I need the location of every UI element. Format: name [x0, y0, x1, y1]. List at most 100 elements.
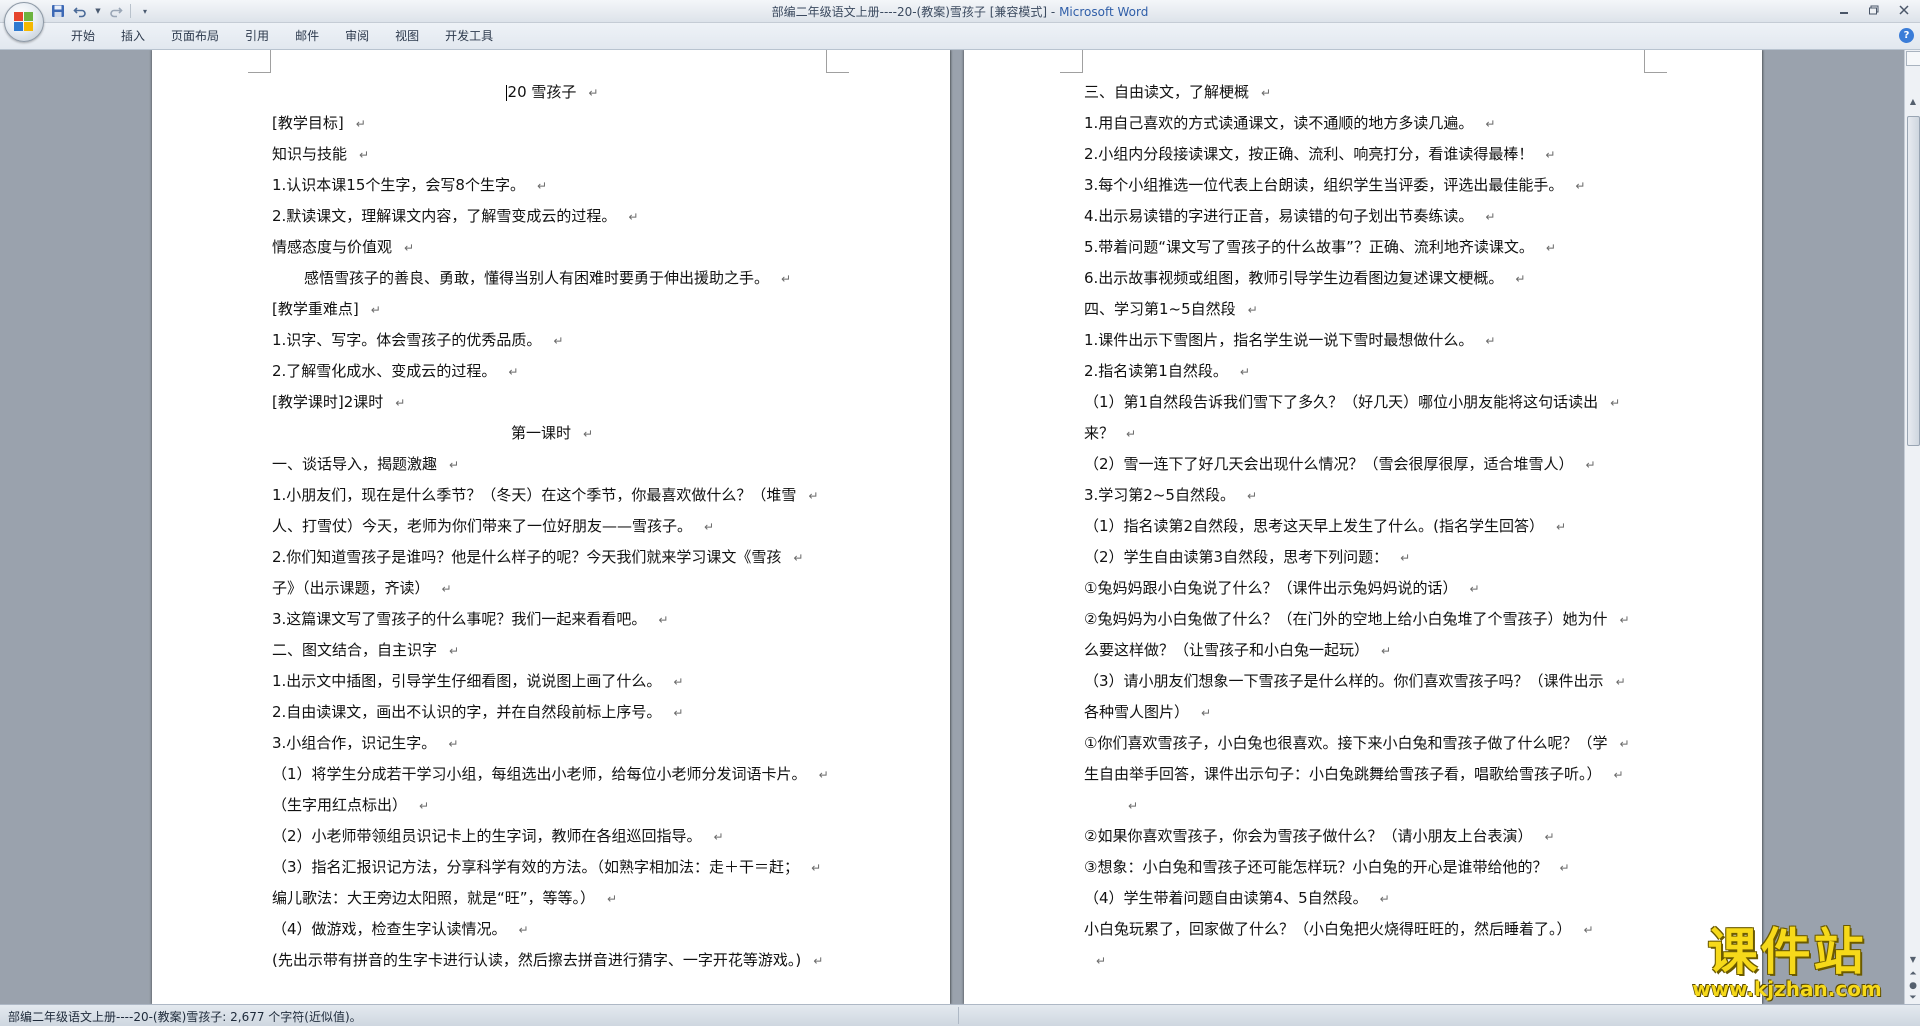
paragraph-line[interactable]: 1.出示文中插图，引导学生仔细看图，说说图上画了什么。 ↵ [272, 666, 832, 697]
select-browse-object-icon[interactable]: ● [1907, 980, 1919, 992]
restore-icon[interactable] [1864, 2, 1884, 18]
paragraph-line[interactable]: ②兔妈妈为小白兔做了什么？（在门外的空地上给小白兔堆了个雪孩子）她为什 ↵ [1084, 604, 1650, 635]
paragraph-line[interactable]: 子》（出示课题，齐读） ↵ [272, 573, 832, 604]
paragraph-line[interactable]: 各种雪人图片） ↵ [1084, 697, 1650, 728]
paragraph-line[interactable]: 小白兔玩累了，回家做了什么？（小白兔把火烧得旺旺的，然后睡着了。） ↵ [1084, 914, 1650, 945]
paragraph-line[interactable]: ②如果你喜欢雪孩子，你会为雪孩子做什么？（请小朋友上台表演） ↵ [1084, 821, 1650, 852]
paragraph-mark-icon: ↵ [1613, 768, 1624, 782]
view-ruler-icon[interactable] [1906, 51, 1920, 66]
paragraph-line[interactable]: ①你们喜欢雪孩子，小白兔也很喜欢。接下来小白兔和雪孩子做了什么呢？（学 ↵ [1084, 728, 1650, 759]
paragraph-line[interactable]: （4）学生带着问题自由读第4、5自然段。 ↵ [1084, 883, 1650, 914]
paragraph-line[interactable]: [教学重难点] ↵ [272, 294, 832, 325]
paragraph-line[interactable]: （1）将学生分成若干学习小组，每组选出小老师，给每位小老师分发词语卡片。 ↵ [272, 759, 832, 790]
next-page-icon[interactable]: ⏷ [1907, 992, 1919, 1004]
paragraph-text: （1）将学生分成若干学习小组，每组选出小老师，给每位小老师分发词语卡片。 [272, 765, 807, 783]
paragraph-line[interactable]: 3.小组合作，识记生字。 ↵ [272, 728, 832, 759]
paragraph-text: ③想象：小白兔和雪孩子还可能怎样玩？小白兔的开心是谁带给他的？ [1084, 858, 1548, 876]
vertical-scrollbar[interactable]: ▲ ▼ ⏶ ● ⏷ [1904, 50, 1920, 1004]
paragraph-text: 来？ [1084, 424, 1115, 442]
paragraph-line[interactable]: 一、谈话导入，揭题激趣 ↵ [272, 449, 832, 480]
paragraph-line[interactable]: （2）学生自由读第3自然段，思考下列问题： ↵ [1084, 542, 1650, 573]
paragraph-line[interactable]: 知识与技能 ↵ [272, 139, 832, 170]
paragraph-line[interactable]: 2.默读课文，理解课文内容，了解雪变成云的过程。 ↵ [272, 201, 832, 232]
document-area[interactable]: 20 雪孩子 ↵ [教学目标] ↵ 知识与技能 ↵ 1.认识本课15个生字，会写8个生字。 ↵… [0, 50, 1904, 1004]
paragraph-line[interactable]: 2.自由读课文，画出不认识的字，并在自然段前标上序号。 ↵ [272, 697, 832, 728]
paragraph-line[interactable]: 1.课件出示下雪图片，指名学生说一说下雪时最想做什么。 ↵ [1084, 325, 1650, 356]
paragraph-line[interactable]: (先出示带有拼音的生字卡进行认读，然后擦去拼音进行猜字、一字开花等游戏。) ↵ [272, 945, 832, 976]
right-page-text[interactable]: 三、自由读文，了解梗概 ↵ 1.用自己喜欢的方式读通课文，读不通顺的地方多读几遍。 ↵… [1084, 77, 1650, 976]
paragraph-line[interactable]: [教学课时]2课时 ↵ [272, 387, 832, 418]
scroll-down-icon[interactable]: ▼ [1907, 954, 1919, 966]
paragraph-line[interactable]: 编儿歌法：大王旁边太阳照，就是“旺”，等等。） ↵ [272, 883, 832, 914]
office-logo-icon [14, 12, 34, 32]
tab-view[interactable]: 视图 [382, 28, 432, 44]
paragraph-line[interactable]: （生字用红点标出） ↵ [272, 790, 832, 821]
tab-insert[interactable]: 插入 [108, 28, 158, 44]
paragraph-line[interactable]: 1.识字、写字。体会雪孩子的优秀品质。 ↵ [272, 325, 832, 356]
paragraph-line[interactable]: 4.出示易读错的字进行正音，易读错的句子划出节奏练读。 ↵ [1084, 201, 1650, 232]
status-word-count[interactable]: 部编二年级语文上册----20-(教案)雪孩子: 2,677 个字符(近似值)。 [8, 1008, 362, 1025]
paragraph-line[interactable]: 20 雪孩子 ↵ [272, 77, 832, 108]
paragraph-text: ②兔妈妈为小白兔做了什么？（在门外的空地上给小白兔堆了个雪孩子）她为什 [1084, 610, 1608, 628]
paragraph-line[interactable]: （4）做游戏，检查生字认读情况。 ↵ [272, 914, 832, 945]
scroll-up-icon[interactable]: ▲ [1907, 96, 1919, 108]
ribbon-tab-bar: 开始 插入 页面布局 引用 邮件 审阅 视图 开发工具 ? [0, 23, 1920, 50]
paragraph-mark-icon: ↵ [1575, 179, 1586, 193]
paragraph-line[interactable]: 二、图文结合，自主识字 ↵ [272, 635, 832, 666]
paragraph-line[interactable]: ↵ [1084, 945, 1650, 976]
close-icon[interactable] [1894, 2, 1914, 18]
paragraph-line[interactable]: （1）第1自然段告诉我们雪下了多久？（好几天）哪位小朋友能将这句话读出 ↵ [1084, 387, 1650, 418]
paragraph-line[interactable]: 2.小组内分段接读课文，按正确、流利、响亮打分，看谁读得最棒！ ↵ [1084, 139, 1650, 170]
paragraph-line[interactable]: 感悟雪孩子的善良、勇敢，懂得当别人有困难时要勇于伸出援助之手。 ↵ [272, 263, 832, 294]
paragraph-line[interactable]: （2）小老师带领组员识记卡上的生字词，教师在各组巡回指导。 ↵ [272, 821, 832, 852]
paragraph-line[interactable]: （1）指名读第2自然段，思考这天早上发生了什么。(指名学生回答） ↵ [1084, 511, 1650, 542]
paragraph-line[interactable]: 3.每个小组推选一位代表上台朗读，组织学生当评委，评选出最佳能手。 ↵ [1084, 170, 1650, 201]
minimize-icon[interactable] [1834, 2, 1854, 18]
document-page-left[interactable]: 20 雪孩子 ↵ [教学目标] ↵ 知识与技能 ↵ 1.认识本课15个生字，会写8个生字。 ↵… [152, 50, 950, 1004]
paragraph-line[interactable]: 2.了解雪化成水、变成云的过程。 ↵ [272, 356, 832, 387]
paragraph-line[interactable]: 四、学习第1~5自然段 ↵ [1084, 294, 1650, 325]
office-button[interactable] [4, 2, 44, 42]
paragraph-line[interactable]: 生自由举手回答，课件出示句子：小白兔跳舞给雪孩子看，唱歌给雪孩子听。） ↵ [1084, 759, 1650, 790]
paragraph-line[interactable]: 3.学习第2~5自然段。 ↵ [1084, 480, 1650, 511]
tab-review[interactable]: 审阅 [332, 28, 382, 44]
paragraph-text: 2.指名读第1自然段。 [1084, 362, 1228, 380]
paragraph-line[interactable]: 情感态度与价值观 ↵ [272, 232, 832, 263]
tab-page-layout[interactable]: 页面布局 [158, 28, 232, 44]
paragraph-line[interactable]: 人、打雪仗）今天，老师为你们带来了一位好朋友——雪孩子。 ↵ [272, 511, 832, 542]
paragraph-line[interactable]: （3）指名汇报识记方法，分享科学有效的方法。（如熟字相加法：走＋干＝赶； ↵ [272, 852, 832, 883]
paragraph-text: 感悟雪孩子的善良、勇敢，懂得当别人有困难时要勇于伸出援助之手。 [304, 269, 770, 287]
paragraph-line[interactable]: 2.指名读第1自然段。 ↵ [1084, 356, 1650, 387]
paragraph-mark-icon: ↵ [448, 737, 459, 751]
help-icon[interactable]: ? [1899, 28, 1914, 43]
paragraph-line[interactable]: 三、自由读文，了解梗概 ↵ [1084, 77, 1650, 108]
paragraph-line[interactable]: 1.用自己喜欢的方式读通课文，读不通顺的地方多读几遍。 ↵ [1084, 108, 1650, 139]
tab-home[interactable]: 开始 [58, 28, 108, 44]
tab-references[interactable]: 引用 [232, 28, 282, 44]
paragraph-line[interactable]: 1.小朋友们，现在是什么季节？（冬天）在这个季节，你最喜欢做什么？（堆雪 ↵ [272, 480, 832, 511]
paragraph-line[interactable]: ↵ [1084, 790, 1650, 821]
scroll-thumb[interactable] [1907, 116, 1920, 446]
paragraph-line[interactable]: 5.带着问题“课文写了雪孩子的什么故事”？正确、流利地齐读课文。 ↵ [1084, 232, 1650, 263]
paragraph-text: 3.这篇课文写了雪孩子的什么事呢？我们一起来看看吧。 [272, 610, 647, 628]
document-page-right[interactable]: 三、自由读文，了解梗概 ↵ 1.用自己喜欢的方式读通课文，读不通顺的地方多读几遍。 ↵… [964, 50, 1762, 1004]
paragraph-line[interactable]: 6.出示故事视频或组图，教师引导学生边看图边复述课文梗概。 ↵ [1084, 263, 1650, 294]
paragraph-text: （1）第1自然段告诉我们雪下了多久？（好几天）哪位小朋友能将这句话读出 [1084, 393, 1599, 411]
tab-mailings[interactable]: 邮件 [282, 28, 332, 44]
paragraph-line[interactable]: 来？ ↵ [1084, 418, 1650, 449]
paragraph-line[interactable]: 1.认识本课15个生字，会写8个生字。 ↵ [272, 170, 832, 201]
paragraph-line[interactable]: [教学目标] ↵ [272, 108, 832, 139]
previous-page-icon[interactable]: ⏶ [1907, 968, 1919, 980]
paragraph-line[interactable]: ③想象：小白兔和雪孩子还可能怎样玩？小白兔的开心是谁带给他的？ ↵ [1084, 852, 1650, 883]
paragraph-line[interactable]: 第一课时 ↵ [272, 418, 832, 449]
paragraph-line[interactable]: 3.这篇课文写了雪孩子的什么事呢？我们一起来看看吧。 ↵ [272, 604, 832, 635]
paragraph-line[interactable]: （3）请小朋友们想象一下雪孩子是什么样的。你们喜欢雪孩子吗？（课件出示 ↵ [1084, 666, 1650, 697]
paragraph-line[interactable]: 么要这样做？（让雪孩子和小白兔一起玩） ↵ [1084, 635, 1650, 666]
paragraph-mark-icon: ↵ [1555, 520, 1567, 534]
paragraph-line[interactable]: （2）雪一连下了好几天会出现什么情况？（雪会很厚很厚，适合堆雪人） ↵ [1084, 449, 1650, 480]
paragraph-text: ①兔妈妈跟小白兔说了什么？（课件出示兔妈妈说的话） [1084, 579, 1458, 597]
paragraph-line[interactable]: 2.你们知道雪孩子是谁吗？他是什么样子的呢？今天我们就来学习课文《雪孩 ↵ [272, 542, 832, 573]
paragraph-line[interactable]: ①兔妈妈跟小白兔说了什么？（课件出示兔妈妈说的话） ↵ [1084, 573, 1650, 604]
left-page-text[interactable]: 20 雪孩子 ↵ [教学目标] ↵ 知识与技能 ↵ 1.认识本课15个生字，会写8个生字。 ↵… [272, 77, 832, 976]
tab-developer[interactable]: 开发工具 [432, 28, 506, 44]
